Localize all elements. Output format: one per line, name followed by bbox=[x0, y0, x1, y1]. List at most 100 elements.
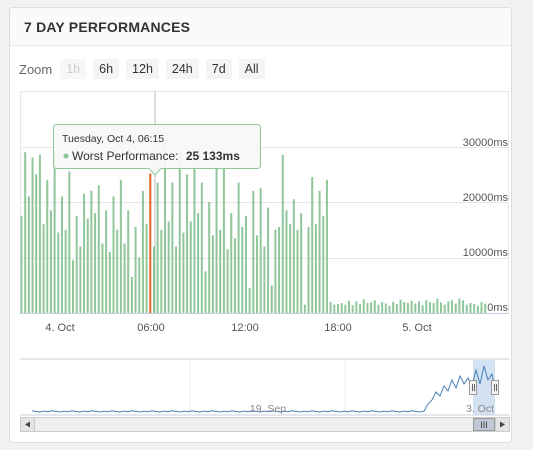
performance-bar[interactable] bbox=[417, 301, 420, 313]
performance-bar[interactable] bbox=[175, 246, 178, 313]
performance-bar[interactable] bbox=[86, 218, 89, 313]
performance-bar[interactable] bbox=[329, 301, 332, 313]
performance-bar[interactable] bbox=[307, 226, 310, 313]
performance-bar[interactable] bbox=[72, 260, 75, 313]
performance-bar[interactable] bbox=[443, 304, 446, 313]
performance-bar[interactable] bbox=[465, 304, 468, 313]
performance-bar[interactable] bbox=[171, 182, 174, 313]
performance-bar[interactable] bbox=[462, 300, 465, 313]
performance-bar[interactable] bbox=[35, 174, 38, 313]
performance-bar[interactable] bbox=[211, 235, 214, 313]
performance-bar[interactable] bbox=[300, 213, 303, 313]
performance-bar[interactable] bbox=[447, 301, 450, 313]
performance-bar[interactable] bbox=[75, 215, 78, 314]
performance-bar[interactable] bbox=[208, 202, 211, 313]
performance-bar[interactable] bbox=[57, 232, 60, 313]
performance-bar[interactable] bbox=[90, 190, 93, 313]
navigator-right-handle[interactable] bbox=[491, 380, 499, 395]
performance-bar[interactable] bbox=[108, 251, 111, 313]
performance-bar[interactable] bbox=[219, 229, 222, 313]
performance-bar[interactable] bbox=[267, 207, 270, 313]
performance-bar[interactable] bbox=[289, 224, 292, 313]
performance-bar[interactable] bbox=[362, 299, 365, 314]
performance-bar[interactable] bbox=[38, 154, 41, 313]
performance-bar[interactable] bbox=[145, 224, 148, 313]
performance-bar[interactable] bbox=[355, 301, 358, 313]
performance-bar[interactable] bbox=[333, 304, 336, 313]
performance-bar[interactable] bbox=[476, 305, 479, 313]
performance-bar[interactable] bbox=[395, 304, 398, 313]
navigator-left-handle[interactable] bbox=[469, 380, 477, 395]
performance-bar[interactable] bbox=[112, 196, 115, 313]
performance-bar[interactable] bbox=[325, 179, 328, 313]
performance-bar[interactable] bbox=[167, 221, 170, 313]
performance-bar[interactable] bbox=[373, 300, 376, 313]
performance-bar[interactable] bbox=[303, 304, 306, 313]
performance-bar[interactable] bbox=[351, 305, 354, 313]
performance-bar[interactable] bbox=[123, 243, 126, 314]
performance-bar[interactable] bbox=[318, 190, 321, 313]
performance-bar[interactable] bbox=[152, 246, 155, 313]
performance-bar[interactable] bbox=[344, 304, 347, 313]
performance-bar[interactable] bbox=[259, 188, 262, 314]
performance-bar[interactable] bbox=[182, 232, 185, 313]
performance-bar[interactable] bbox=[197, 213, 200, 313]
performance-bar[interactable] bbox=[480, 301, 483, 313]
performance-bar[interactable] bbox=[399, 299, 402, 313]
performance-bar[interactable] bbox=[24, 152, 27, 313]
performance-bar[interactable] bbox=[164, 146, 167, 314]
performance-bar[interactable] bbox=[127, 210, 130, 313]
performance-bar[interactable] bbox=[359, 304, 362, 313]
performance-bar[interactable] bbox=[119, 179, 122, 313]
performance-bar[interactable] bbox=[314, 224, 317, 313]
performance-bar[interactable] bbox=[222, 168, 225, 313]
performance-bar[interactable] bbox=[428, 301, 431, 313]
performance-bar[interactable] bbox=[484, 303, 487, 313]
performance-bar[interactable] bbox=[274, 229, 277, 313]
performance-bar[interactable] bbox=[83, 193, 86, 313]
performance-bar[interactable] bbox=[370, 302, 373, 313]
performance-bar[interactable] bbox=[141, 190, 144, 313]
performance-bar[interactable] bbox=[226, 249, 229, 313]
performance-bar[interactable] bbox=[256, 235, 259, 313]
navigator[interactable]: 19. Sep 3. Oct bbox=[20, 358, 509, 416]
performance-bar[interactable] bbox=[49, 210, 52, 313]
performance-bar[interactable] bbox=[130, 276, 133, 313]
performance-bar[interactable] bbox=[406, 303, 409, 313]
performance-bar[interactable] bbox=[377, 304, 380, 313]
performance-bar[interactable] bbox=[27, 196, 30, 313]
performance-bar[interactable] bbox=[116, 229, 119, 313]
performance-bar[interactable] bbox=[425, 300, 428, 313]
performance-bar[interactable] bbox=[178, 152, 181, 313]
performance-bar[interactable] bbox=[64, 229, 67, 313]
performance-bar[interactable] bbox=[101, 243, 104, 314]
performance-bar[interactable] bbox=[94, 213, 97, 313]
performance-bar[interactable] bbox=[189, 221, 192, 313]
performance-bar[interactable] bbox=[270, 285, 273, 313]
performance-bar[interactable] bbox=[160, 229, 163, 313]
performance-bar[interactable] bbox=[230, 213, 233, 313]
performance-bar[interactable] bbox=[436, 298, 439, 313]
performance-bar[interactable] bbox=[311, 177, 314, 313]
performance-bar[interactable] bbox=[348, 300, 351, 313]
performance-bar[interactable] bbox=[403, 301, 406, 313]
performance-bar[interactable] bbox=[454, 303, 457, 313]
performance-bar[interactable] bbox=[252, 190, 255, 313]
performance-bar[interactable] bbox=[292, 199, 295, 313]
performance-bar[interactable] bbox=[451, 300, 454, 313]
performance-bar[interactable] bbox=[296, 229, 299, 313]
performance-bar[interactable] bbox=[458, 298, 461, 313]
scrollbar-track[interactable] bbox=[20, 417, 510, 432]
performance-bar[interactable] bbox=[322, 215, 325, 314]
performance-bar[interactable] bbox=[432, 303, 435, 313]
performance-bar[interactable] bbox=[204, 271, 207, 314]
performance-bar[interactable] bbox=[20, 215, 23, 314]
performance-bar[interactable] bbox=[237, 182, 240, 313]
performance-bar[interactable] bbox=[473, 304, 476, 313]
performance-bar[interactable] bbox=[285, 210, 288, 313]
performance-bar[interactable] bbox=[336, 304, 339, 313]
performance-bar[interactable] bbox=[79, 246, 82, 313]
scrollbar[interactable]: III bbox=[20, 417, 510, 432]
performance-bar[interactable] bbox=[149, 173, 152, 313]
performance-bar[interactable] bbox=[134, 226, 137, 313]
